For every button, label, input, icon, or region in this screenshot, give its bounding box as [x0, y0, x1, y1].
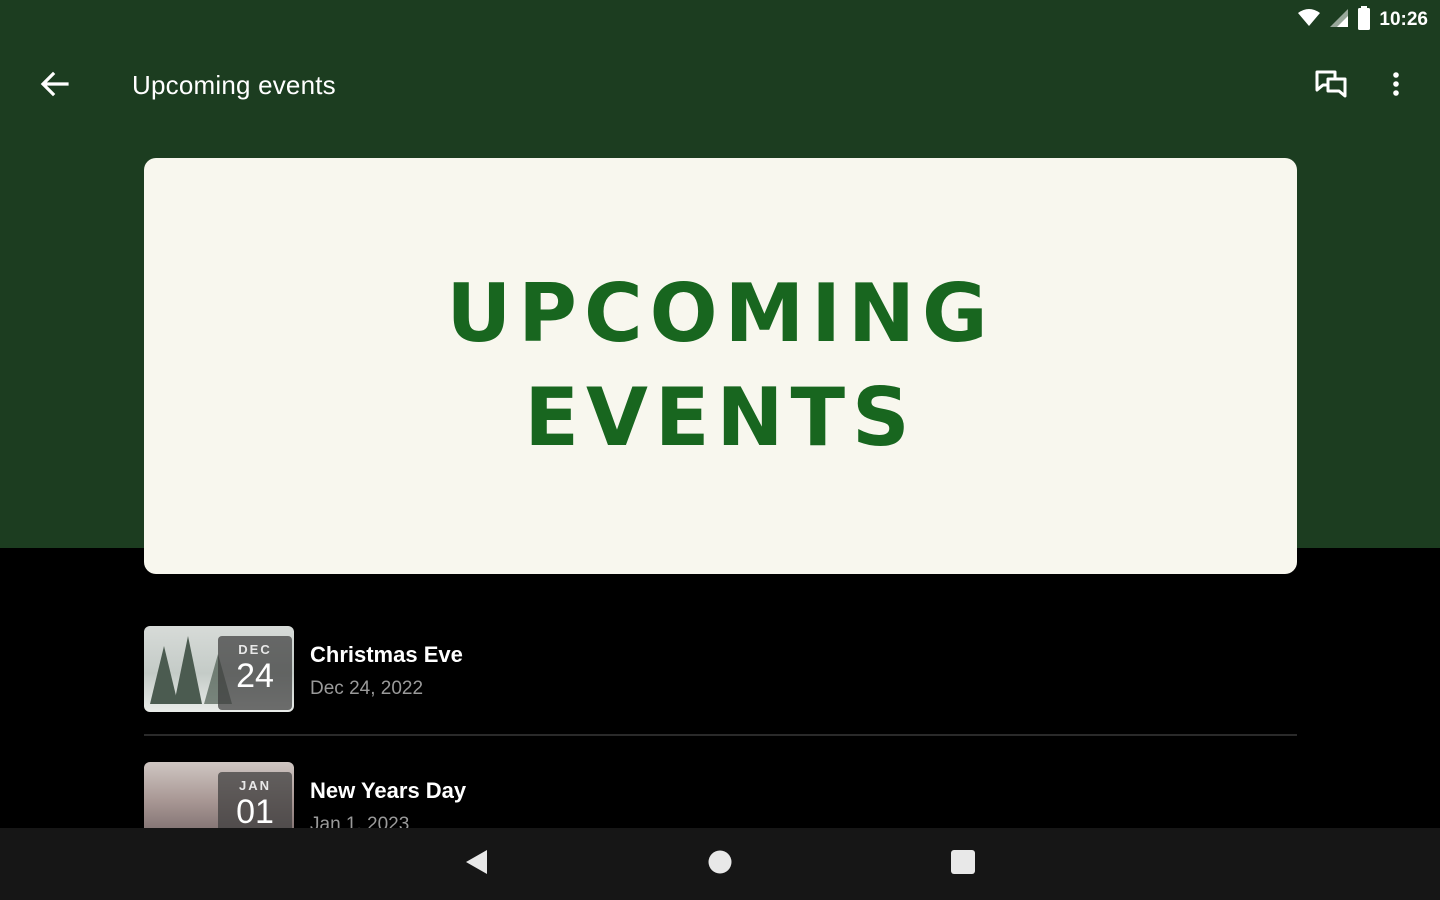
chat-bubbles-icon	[1314, 69, 1348, 104]
badge-day: 24	[236, 657, 274, 695]
event-title: New Years Day	[310, 778, 467, 803]
event-title: Christmas Eve	[310, 642, 463, 667]
back-button[interactable]	[32, 64, 76, 108]
nav-recents-square-icon	[950, 849, 976, 880]
event-list: DEC 24 Christmas Eve Dec 24, 2022 JAN 01…	[144, 626, 1297, 848]
cellular-signal-icon	[1329, 8, 1349, 33]
hero-title-line-1: UPCOMING	[446, 267, 995, 360]
nav-recents-button[interactable]	[943, 846, 983, 882]
hero-title-line-2: EVENTS	[524, 371, 917, 464]
system-nav-bar	[0, 828, 1440, 900]
event-date: Dec 24, 2022	[310, 678, 424, 699]
more-options-button[interactable]	[1376, 64, 1416, 108]
arrow-back-icon	[39, 71, 69, 102]
page-title: Upcoming events	[132, 70, 336, 100]
event-item-christmas-eve[interactable]: DEC 24 Christmas Eve Dec 24, 2022	[144, 626, 1297, 712]
badge-day: 01	[236, 793, 274, 831]
status-icons: 10:26	[1297, 5, 1428, 35]
badge-month: JAN	[238, 778, 271, 793]
battery-icon	[1357, 5, 1371, 35]
event-thumbnail: DEC 24	[144, 626, 294, 712]
nav-home-circle-icon	[707, 849, 733, 880]
date-badge: DEC 24	[218, 636, 292, 710]
app-bar: Upcoming events	[0, 48, 1440, 124]
nav-back-triangle-icon	[463, 848, 489, 881]
more-vert-icon	[1392, 71, 1400, 102]
status-time: 10:26	[1379, 9, 1428, 30]
status-bar: 10:26	[0, 0, 1440, 40]
nav-back-button[interactable]	[456, 846, 496, 882]
chat-button[interactable]	[1308, 64, 1354, 108]
hero-banner-card[interactable]: UPCOMING EVENTS	[144, 158, 1297, 574]
nav-home-button[interactable]	[700, 846, 740, 882]
wifi-icon	[1297, 8, 1321, 33]
badge-month: DEC	[238, 642, 272, 657]
list-divider	[144, 734, 1297, 736]
